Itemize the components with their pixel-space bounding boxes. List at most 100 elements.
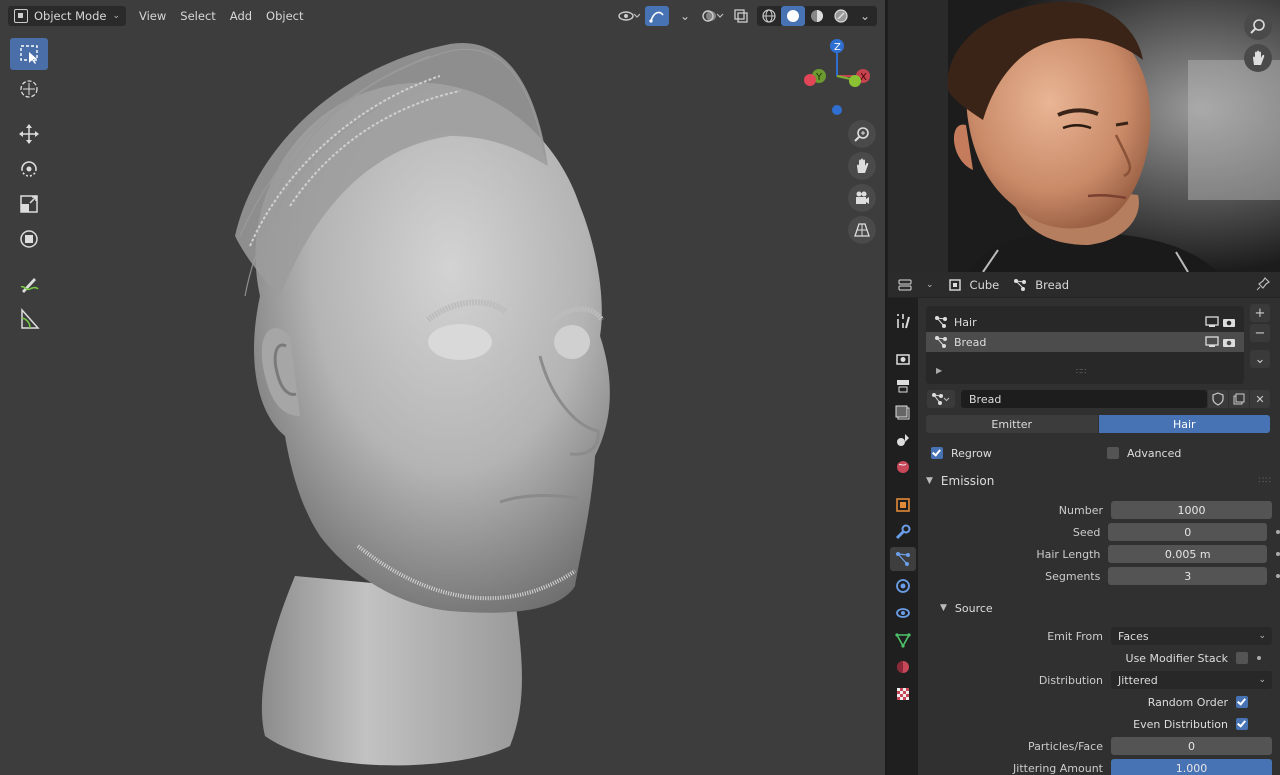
keyframe-dot-icon[interactable] xyxy=(1276,530,1280,534)
panel-grip-icon[interactable]: ∷∷ xyxy=(1259,476,1272,486)
list-item-bread[interactable]: Bread xyxy=(926,332,1244,352)
gizmo-toggle-icon[interactable] xyxy=(645,6,669,26)
advanced-checkbox-row[interactable]: Advanced xyxy=(1107,445,1181,461)
fake-user-shield-icon[interactable] xyxy=(1208,390,1228,408)
jittering-amount-slider[interactable]: 1.000 xyxy=(1111,759,1272,775)
advanced-checkbox[interactable] xyxy=(1107,447,1119,459)
pan-hand-icon[interactable] xyxy=(848,152,876,180)
data-tab-icon[interactable] xyxy=(890,628,916,652)
list-filter-toggle-icon[interactable]: ▶ xyxy=(936,366,942,375)
camera-icon[interactable] xyxy=(848,184,876,212)
cursor-tool[interactable] xyxy=(10,73,48,105)
material-tab-icon[interactable] xyxy=(890,655,916,679)
scale-tool[interactable] xyxy=(10,188,48,220)
browse-settings-button[interactable] xyxy=(927,390,955,408)
xray-toggle-icon[interactable] xyxy=(729,6,753,26)
keyframe-dot-icon[interactable] xyxy=(1276,574,1280,578)
camera-icon[interactable] xyxy=(1222,316,1236,328)
menu-add[interactable]: Add xyxy=(223,9,259,23)
measure-tool[interactable] xyxy=(10,303,48,335)
select-box-tool[interactable] xyxy=(10,38,48,70)
segments-field[interactable]: 3 xyxy=(1108,567,1268,585)
rendered-shading-icon[interactable] xyxy=(829,6,853,26)
pin-icon[interactable] xyxy=(1256,277,1270,294)
specials-menu-button[interactable]: ⌄ xyxy=(1250,350,1270,368)
unlink-close-icon[interactable]: ✕ xyxy=(1250,390,1270,408)
shading-dropdown-icon[interactable]: ⌄ xyxy=(853,6,877,26)
camera-icon[interactable] xyxy=(1222,336,1236,348)
move-tool[interactable] xyxy=(10,118,48,150)
gizmo-dropdown-icon[interactable]: ⌄ xyxy=(673,6,697,26)
mode-selector[interactable]: Object Mode ⌄ xyxy=(8,6,126,26)
use-modifier-stack-row[interactable]: Use Modifier Stack xyxy=(918,649,1280,667)
menu-view[interactable]: View xyxy=(132,9,173,23)
list-item-hair[interactable]: Hair xyxy=(926,312,1244,332)
particles-face-field[interactable]: 0 xyxy=(1111,737,1272,755)
regrow-checkbox[interactable] xyxy=(931,447,943,459)
use-modifier-stack-checkbox[interactable] xyxy=(1236,652,1248,664)
monitor-icon[interactable] xyxy=(1205,316,1219,328)
emission-panel-header[interactable]: ▼ Emission ∷∷ xyxy=(918,469,1280,493)
monitor-icon[interactable] xyxy=(1205,336,1219,348)
solid-shading-icon[interactable] xyxy=(781,6,805,26)
physics-tab-icon[interactable] xyxy=(890,574,916,598)
scene-tab-icon[interactable] xyxy=(890,428,916,452)
navigation-gizmo[interactable]: Z X Y xyxy=(800,36,880,116)
modifier-tab-icon[interactable] xyxy=(890,520,916,544)
constraints-tab-icon[interactable] xyxy=(890,601,916,625)
random-order-checkbox[interactable] xyxy=(1236,696,1248,708)
visibility-eye-icon[interactable] xyxy=(617,6,641,26)
object-tab-icon[interactable] xyxy=(890,493,916,517)
emit-from-dropdown[interactable]: Faces ⌄ xyxy=(1111,627,1272,645)
list-resize-grip-icon[interactable]: ∷∷ xyxy=(1076,367,1086,376)
menu-select[interactable]: Select xyxy=(173,9,222,23)
duplicate-icon[interactable] xyxy=(1229,390,1249,408)
render-tab-icon[interactable] xyxy=(890,347,916,371)
ref-pan-hand-icon[interactable] xyxy=(1244,44,1272,76)
hair-length-field[interactable]: 0.005 m xyxy=(1108,545,1268,563)
keyframe-dot-icon[interactable] xyxy=(1276,552,1280,556)
transform-tool[interactable] xyxy=(10,223,48,255)
add-slot-button[interactable]: + xyxy=(1250,304,1270,322)
settings-name-field[interactable]: Bread xyxy=(961,390,1207,408)
zoom-icon[interactable] xyxy=(848,120,876,148)
world-tab-icon[interactable] xyxy=(890,455,916,479)
particles-icon xyxy=(935,336,947,348)
overlays-icon[interactable] xyxy=(701,6,725,26)
3d-viewport[interactable]: Object Mode ⌄ View Select Add Object ⌄ ⌄… xyxy=(0,0,885,775)
hair-length-row: Hair Length 0.005 m xyxy=(918,545,1280,563)
type-hair-button[interactable]: Hair xyxy=(1098,415,1270,433)
particles-face-row: Particles/Face 0 xyxy=(918,737,1280,755)
source-title: Source xyxy=(954,601,993,615)
seed-field[interactable]: 0 xyxy=(1108,523,1268,541)
particles-tab-icon[interactable] xyxy=(890,547,916,571)
editor-type-selector[interactable]: ⌄ xyxy=(898,278,934,292)
shading-mode-group: ⌄ xyxy=(757,6,877,26)
object-name: Cube xyxy=(969,277,1000,292)
even-distribution-checkbox[interactable] xyxy=(1236,718,1248,730)
head-sculpt-model[interactable] xyxy=(200,36,620,775)
keyframe-dot-icon[interactable] xyxy=(1257,656,1261,660)
menu-object[interactable]: Object xyxy=(259,9,310,23)
random-order-row[interactable]: Random Order xyxy=(918,693,1280,711)
gizmo-z-label: Z xyxy=(834,42,841,53)
remove-slot-button[interactable]: − xyxy=(1250,324,1270,342)
output-tab-icon[interactable] xyxy=(890,374,916,398)
tool-tab-icon[interactable] xyxy=(890,309,916,333)
texture-tab-icon[interactable] xyxy=(890,682,916,706)
even-distribution-label: Even Distribution xyxy=(1133,717,1228,731)
perspective-grid-icon[interactable] xyxy=(848,216,876,244)
even-distribution-row[interactable]: Even Distribution xyxy=(918,715,1280,733)
annotate-tool[interactable] xyxy=(10,268,48,300)
rotate-tool[interactable] xyxy=(10,153,48,185)
emit-from-row: Emit From Faces ⌄ xyxy=(918,627,1280,645)
ref-zoom-icon[interactable] xyxy=(1244,12,1272,44)
distribution-dropdown[interactable]: Jittered ⌄ xyxy=(1111,671,1272,689)
material-shading-icon[interactable] xyxy=(805,6,829,26)
view-layer-tab-icon[interactable] xyxy=(890,401,916,425)
type-emitter-button[interactable]: Emitter xyxy=(926,415,1098,433)
wireframe-shading-icon[interactable] xyxy=(757,6,781,26)
number-field[interactable]: 1000 xyxy=(1111,501,1272,519)
source-panel-header[interactable]: ▼ Source xyxy=(918,596,1280,620)
regrow-checkbox-row[interactable]: Regrow xyxy=(931,445,992,461)
